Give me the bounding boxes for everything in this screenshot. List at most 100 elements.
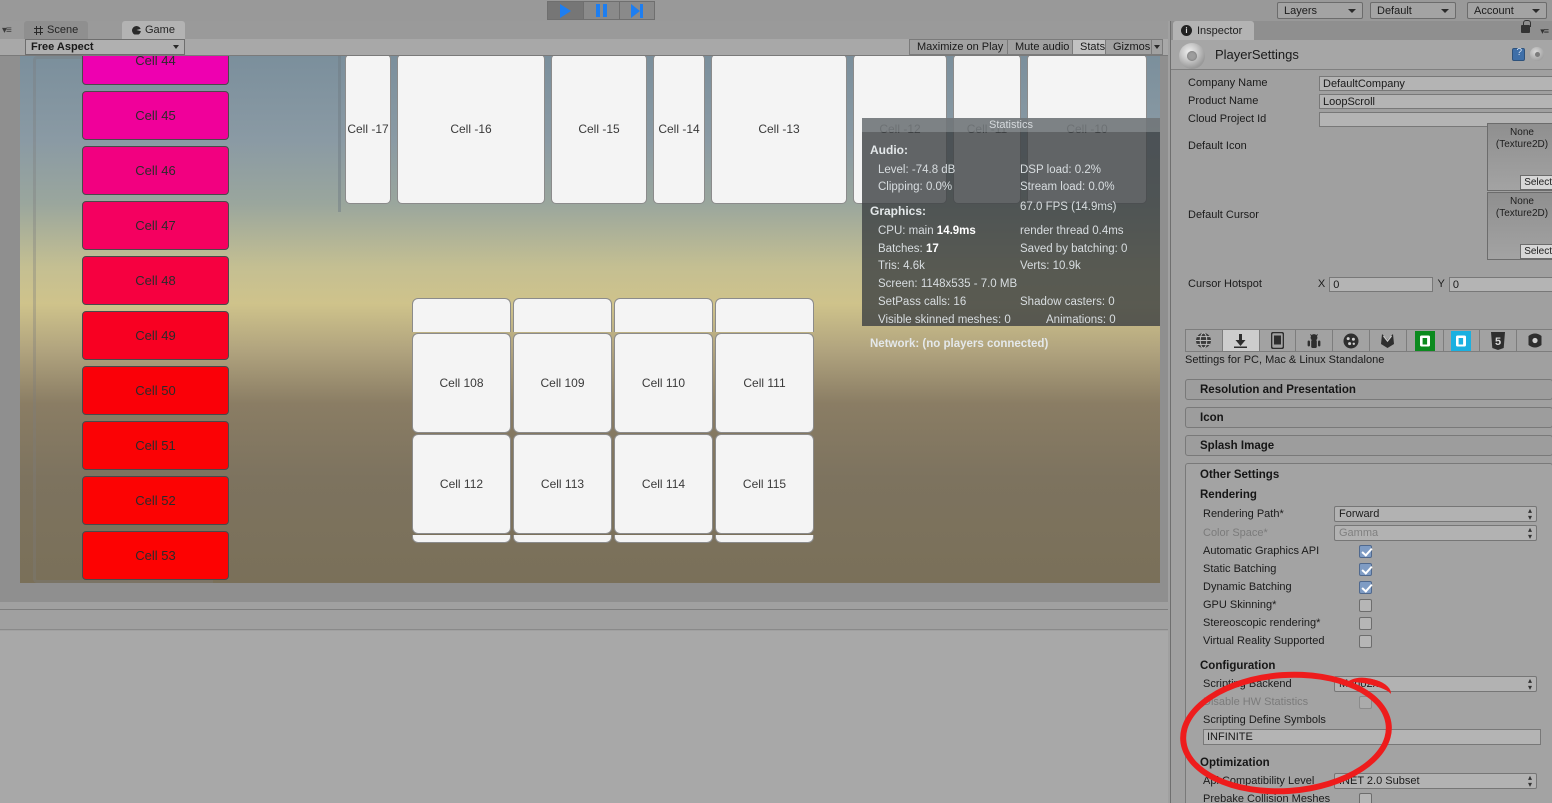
horizontal-cell-label: Cell -17: [347, 122, 389, 136]
play-button[interactable]: [547, 1, 583, 20]
rendering-path-dropdown[interactable]: Forward ▴ ▾: [1334, 505, 1537, 522]
scripting-backend-row: Scripting Backend Mono2x ▴ ▾: [1186, 674, 1552, 693]
vertical-cell[interactable]: Cell 45: [82, 91, 229, 140]
mute-audio-button[interactable]: Mute audio: [1007, 39, 1077, 55]
ios-platform[interactable]: [1258, 329, 1296, 352]
console-output-pane[interactable]: [0, 631, 1168, 803]
company-name-label: Company Name: [1188, 77, 1268, 89]
gear-icon[interactable]: [1530, 47, 1544, 61]
grid-cell[interactable]: Cell 114: [614, 434, 713, 534]
api-compatibility-dropdown[interactable]: .NET 2.0 Subset ▴ ▾: [1334, 772, 1537, 789]
grid-cell[interactable]: Cell 112: [412, 434, 511, 534]
scripting-define-symbols-input[interactable]: INFINITE: [1203, 729, 1541, 745]
layers-dropdown-label: Layers: [1284, 4, 1318, 17]
cell-grid[interactable]: Cell 108 Cell 109 Cell 110 Cell 111 Cell 112…: [412, 298, 815, 543]
grid-cell[interactable]: Cell 109: [513, 333, 612, 433]
horizontal-cell[interactable]: Cell -14: [653, 56, 705, 204]
vertical-cell[interactable]: Cell 49: [82, 311, 229, 360]
web-platform[interactable]: [1185, 329, 1222, 352]
platform-tab-row[interactable]: 5: [1185, 329, 1552, 352]
grid-cell-clipped[interactable]: [513, 535, 612, 543]
vertical-cell[interactable]: Cell 53: [82, 531, 229, 580]
default-icon-object-field[interactable]: None (Texture2D) Select: [1487, 123, 1552, 191]
grid-cell-clipped[interactable]: [715, 535, 814, 543]
virtual-reality-supported-checkbox[interactable]: [1359, 634, 1372, 648]
hotspot-y-field[interactable]: 0: [1448, 276, 1552, 292]
maximize-on-play-button[interactable]: Maximize on Play: [909, 39, 1011, 55]
pause-button[interactable]: [583, 1, 619, 20]
grid-cell[interactable]: Cell 108: [412, 333, 511, 433]
wsa-platform[interactable]: [1442, 329, 1480, 352]
vertical-cell[interactable]: Cell 47: [82, 201, 229, 250]
gpu-skinning-checkbox[interactable]: [1359, 598, 1372, 612]
dynamic-batching-checkbox[interactable]: [1359, 580, 1372, 594]
horizontal-cell[interactable]: Cell -17: [345, 56, 391, 204]
tab-scene[interactable]: Scene: [24, 21, 89, 39]
automatic-graphics-api-row: Automatic Graphics API: [1186, 542, 1552, 560]
vertical-cell-list[interactable]: Cell 44 Cell 45 Cell 46 Cell 47 Cell 48 Cell …: [34, 56, 244, 583]
vertical-cell-label: Cell 49: [135, 328, 176, 343]
tab-inspector[interactable]: i Inspector: [1173, 21, 1255, 40]
rendering-path-row: Rendering Path* Forward ▴ ▾: [1186, 504, 1552, 523]
tab-game[interactable]: Game: [122, 21, 185, 39]
stereoscopic-rendering-checkbox[interactable]: [1359, 616, 1372, 630]
tvos-platform[interactable]: [1516, 329, 1552, 352]
automatic-graphics-api-checkbox[interactable]: [1359, 544, 1372, 558]
section-resolution-and-presentation[interactable]: Resolution and Presentation: [1185, 379, 1552, 400]
gizmos-button[interactable]: Gizmos: [1105, 39, 1158, 55]
grid-cell[interactable]: Cell 113: [513, 434, 612, 534]
webgl-platform[interactable]: 5: [1479, 329, 1517, 352]
product-name-field[interactable]: LoopScroll: [1319, 93, 1552, 109]
panel-menu-icon[interactable]: ▾≡: [2, 25, 12, 36]
grid-cell[interactable]: Cell 110: [614, 333, 713, 433]
layout-dropdown[interactable]: Default: [1370, 2, 1456, 19]
step-button[interactable]: [619, 1, 655, 20]
aspect-ratio-dropdown[interactable]: Free Aspect: [25, 39, 185, 55]
grid-cell-label: Cell 115: [742, 477, 787, 491]
vertical-cell[interactable]: Cell 44: [82, 56, 229, 85]
grid-cell-clipped[interactable]: [614, 535, 713, 543]
editor-toolbar: Layers Default Account: [0, 0, 1552, 21]
vertical-cell[interactable]: Cell 50: [82, 366, 229, 415]
default-cursor-select-button[interactable]: Select: [1520, 244, 1552, 259]
vertical-cell[interactable]: Cell 51: [82, 421, 229, 470]
grid-cell-clipped[interactable]: [715, 298, 814, 332]
horizontal-cell[interactable]: Cell -16: [397, 56, 545, 204]
vertical-cell[interactable]: Cell 46: [82, 146, 229, 195]
section-splash-image[interactable]: Splash Image: [1185, 435, 1552, 456]
layers-dropdown[interactable]: Layers: [1277, 2, 1363, 19]
inspector-menu-icon[interactable]: ▾≡: [1540, 26, 1549, 37]
other-settings-label[interactable]: Other Settings: [1186, 464, 1552, 481]
gizmos-dropdown-arrow[interactable]: [1151, 39, 1163, 55]
grid-cell-clipped[interactable]: [513, 298, 612, 332]
default-cursor-object-field[interactable]: None (Texture2D) Select: [1487, 192, 1552, 260]
grid-cell-clipped[interactable]: [614, 298, 713, 332]
game-view[interactable]: Cell 44 Cell 45 Cell 46 Cell 47 Cell 48 Cell …: [0, 56, 1168, 602]
horizontal-cell[interactable]: Cell -13: [711, 56, 847, 204]
scripting-backend-dropdown[interactable]: Mono2x ▴ ▾: [1334, 675, 1537, 692]
company-name-field[interactable]: DefaultCompany: [1319, 75, 1552, 91]
lock-icon[interactable]: [1521, 20, 1531, 33]
help-icon[interactable]: [1512, 47, 1525, 61]
xbox-platform[interactable]: [1368, 329, 1406, 352]
ps4-platform[interactable]: [1405, 329, 1443, 352]
default-icon-select-button[interactable]: Select: [1520, 175, 1552, 190]
section-icon[interactable]: Icon: [1185, 407, 1552, 428]
vertical-cell[interactable]: Cell 52: [82, 476, 229, 525]
grid-cell-clipped[interactable]: [412, 298, 511, 332]
stepper-icon: ▴ ▾: [1527, 772, 1532, 789]
grid-cell-clipped[interactable]: [412, 535, 511, 543]
standalone-platform[interactable]: [1221, 329, 1259, 352]
android-platform[interactable]: [1295, 329, 1333, 352]
grid-cell[interactable]: Cell 115: [715, 434, 814, 534]
hotspot-x-field[interactable]: 0: [1329, 276, 1434, 292]
batches-value: 17: [925, 242, 939, 255]
prebake-collision-meshes-checkbox[interactable]: [1359, 792, 1372, 803]
account-dropdown[interactable]: Account: [1467, 2, 1547, 19]
color-space-dropdown: Gamma ▴ ▾: [1334, 524, 1537, 541]
grid-cell[interactable]: Cell 111: [715, 333, 814, 433]
tizen-platform[interactable]: [1332, 329, 1369, 352]
vertical-cell[interactable]: Cell 48: [82, 256, 229, 305]
static-batching-checkbox[interactable]: [1359, 562, 1372, 576]
horizontal-cell[interactable]: Cell -15: [551, 56, 647, 204]
